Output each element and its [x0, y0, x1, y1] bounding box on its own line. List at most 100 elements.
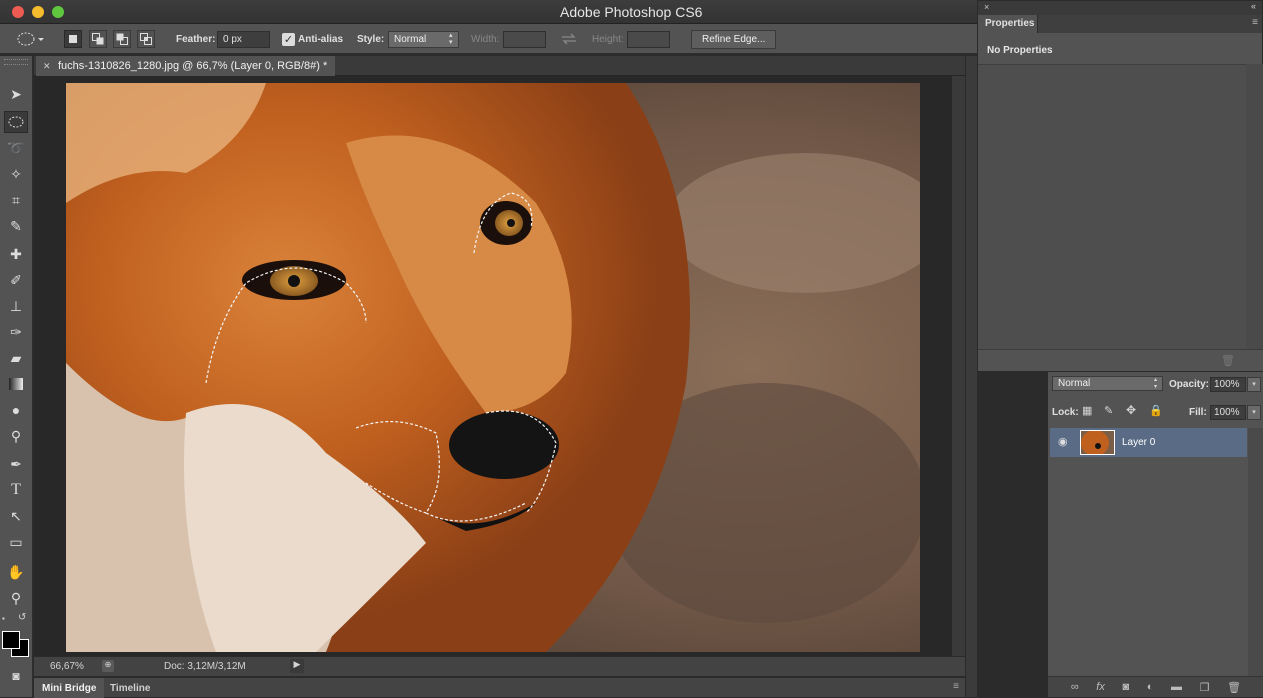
layers-scrollbar[interactable]: [1248, 428, 1263, 676]
title-bar: Adobe Photoshop CS6: [0, 0, 977, 24]
type-tool-icon[interactable]: T: [4, 479, 28, 501]
new-selection-icon: [69, 35, 77, 43]
status-icon[interactable]: ⊕: [102, 660, 114, 672]
magic-wand-tool-icon[interactable]: ✧: [4, 163, 28, 185]
width-input[interactable]: [503, 30, 546, 48]
link-layers-icon[interactable]: ∞: [1071, 681, 1079, 693]
lock-transparent-icon[interactable]: ▦: [1082, 404, 1092, 417]
layer-row[interactable]: ◉ Layer 0: [1050, 428, 1247, 457]
tools-panel: ➤ ➰ ✧ ⌗ ✎ ✚ ✐ ⊥ ✑ ▰ ● ⚲ ✒ T ↖ ▭ ✋ ⚲ ▪ ↺ …: [0, 56, 33, 697]
properties-menu-icon[interactable]: ≡: [1252, 17, 1258, 28]
dodge-tool-icon[interactable]: ⚲: [4, 425, 28, 447]
zoom-level[interactable]: 66,67%: [50, 661, 84, 672]
elliptical-marquee-tool-icon[interactable]: [4, 111, 28, 133]
width-label: Width:: [471, 33, 500, 45]
feather-input[interactable]: 0 px: [217, 30, 270, 48]
new-layer-icon[interactable]: ❐: [1200, 681, 1210, 694]
default-colors-icon[interactable]: ▪: [2, 614, 12, 624]
tab-timeline[interactable]: Timeline: [102, 678, 158, 698]
eyedropper-tool-icon[interactable]: ✎: [4, 215, 28, 237]
eraser-tool-icon[interactable]: ▰: [4, 347, 28, 369]
healing-brush-tool-icon[interactable]: ✚: [4, 243, 28, 265]
no-properties-text: No Properties: [987, 45, 1053, 56]
vertical-scrollbar[interactable]: [952, 76, 965, 656]
close-panel-icon[interactable]: ×: [984, 2, 989, 12]
lasso-tool-icon[interactable]: ➰: [4, 137, 28, 159]
fill-dropdown-icon[interactable]: ▾: [1247, 405, 1261, 420]
new-selection-button[interactable]: [64, 30, 82, 48]
properties-panel: × « Properties ≡ No Properties 🗑: [977, 0, 1263, 372]
swap-colors-icon[interactable]: ↺: [18, 612, 26, 623]
history-brush-tool-icon[interactable]: ✑: [4, 321, 28, 343]
close-tab-icon[interactable]: ✕: [43, 61, 51, 72]
new-group-icon[interactable]: ▬: [1171, 681, 1182, 693]
properties-tabstrip: ≡: [1038, 15, 1262, 33]
properties-body: [978, 64, 1246, 349]
opacity-input[interactable]: 100%: [1210, 377, 1246, 392]
fill-input[interactable]: 100%: [1210, 405, 1246, 420]
close-window-button[interactable]: [12, 6, 24, 18]
trash-icon[interactable]: 🗑: [1221, 354, 1235, 367]
layer-name: Layer 0: [1122, 437, 1156, 448]
quick-mask-icon[interactable]: ◙: [4, 665, 28, 687]
properties-scrollbar[interactable]: [1246, 64, 1263, 349]
add-selection-icon: [92, 33, 104, 45]
bottom-panel-menu-icon[interactable]: ≡: [953, 681, 959, 692]
add-mask-icon[interactable]: ◙: [1122, 681, 1129, 693]
swap-dimensions-icon[interactable]: [561, 33, 577, 45]
clone-stamp-tool-icon[interactable]: ⊥: [4, 295, 28, 317]
style-value: Normal: [394, 33, 427, 45]
zoom-window-button[interactable]: [52, 6, 64, 18]
crop-tool-icon[interactable]: ⌗: [4, 189, 28, 211]
lock-all-icon[interactable]: 🔒: [1149, 404, 1163, 417]
intersect-selection-button[interactable]: [137, 30, 155, 48]
lock-image-icon[interactable]: ✎: [1104, 404, 1113, 417]
blend-mode-select[interactable]: Normal: [1052, 376, 1163, 391]
lock-position-icon[interactable]: ✥: [1126, 403, 1136, 417]
style-select[interactable]: Normal: [388, 30, 459, 48]
hand-tool-icon[interactable]: ✋: [4, 561, 28, 583]
options-bar: Feather: 0 px ✓ Anti-alias Style: Normal…: [0, 24, 977, 54]
refine-edge-button[interactable]: Refine Edge...: [691, 29, 777, 49]
adjustment-layer-icon[interactable]: ◐: [1147, 681, 1154, 693]
tool-preset-picker[interactable]: [14, 24, 44, 54]
zoom-tool-icon[interactable]: ⚲: [4, 587, 28, 609]
document-tabbar: ✕ fuchs-1310826_1280.jpg @ 66,7% (Layer …: [34, 56, 965, 76]
document-canvas[interactable]: [66, 83, 920, 652]
gradient-tool-icon[interactable]: [4, 373, 28, 395]
opacity-dropdown-icon[interactable]: ▾: [1247, 377, 1261, 392]
visibility-eye-icon[interactable]: ◉: [1058, 435, 1068, 448]
rectangle-tool-icon[interactable]: ▭: [4, 531, 28, 553]
tab-properties[interactable]: Properties: [978, 15, 1038, 33]
panel-dock-strip: [966, 56, 977, 697]
move-tool-icon[interactable]: ➤: [4, 83, 28, 105]
intersect-selection-icon: [140, 33, 152, 45]
blend-mode-value: Normal: [1058, 378, 1091, 389]
properties-header: × «: [978, 1, 1262, 15]
delete-layer-icon[interactable]: 🗑: [1227, 681, 1241, 694]
lock-label: Lock:: [1052, 407, 1079, 418]
layers-panel: Normal Opacity: 100% ▾ Lock: ▦ ✎ ✥ 🔒 Fil…: [1047, 372, 1263, 697]
foreground-color-swatch[interactable]: [2, 631, 20, 649]
layers-footer: ∞ fx ◙ ◐ ▬ ❐ 🗑: [1048, 676, 1263, 697]
path-selection-tool-icon[interactable]: ↖: [4, 505, 28, 527]
antialias-checkbox[interactable]: ✓: [282, 32, 295, 46]
properties-footer: 🗑: [978, 349, 1263, 371]
status-menu-arrow-icon[interactable]: ▶: [290, 659, 304, 673]
brush-tool-icon[interactable]: ✐: [4, 269, 28, 291]
height-input[interactable]: [627, 30, 670, 48]
document-tab[interactable]: ✕ fuchs-1310826_1280.jpg @ 66,7% (Layer …: [36, 56, 336, 76]
subtract-selection-icon: [116, 33, 128, 45]
bottom-panel-tabs: Mini Bridge Timeline ≡: [34, 677, 965, 698]
layer-style-icon[interactable]: fx: [1096, 681, 1105, 693]
pen-tool-icon[interactable]: ✒: [4, 453, 28, 475]
tab-mini-bridge[interactable]: Mini Bridge: [34, 678, 105, 698]
subtract-selection-button[interactable]: [113, 30, 131, 48]
ellipse-marquee-icon: [17, 32, 44, 46]
add-to-selection-button[interactable]: [89, 30, 107, 48]
height-label: Height:: [592, 33, 624, 45]
panel-grip[interactable]: [4, 59, 28, 65]
blur-tool-icon[interactable]: ●: [4, 399, 28, 421]
collapse-panel-icon[interactable]: «: [1251, 1, 1256, 11]
minimize-window-button[interactable]: [32, 6, 44, 18]
